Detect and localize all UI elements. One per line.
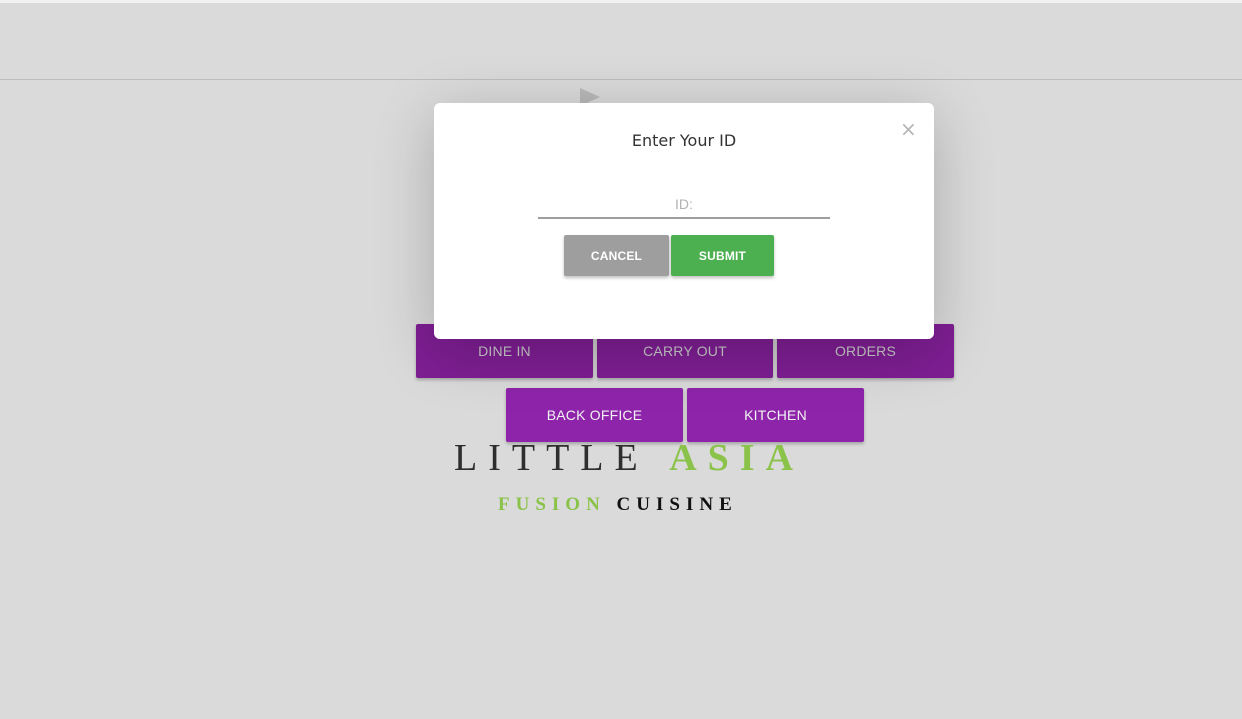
- cancel-button[interactable]: CANCEL: [564, 235, 669, 276]
- close-icon[interactable]: ×: [900, 119, 917, 139]
- id-input[interactable]: [538, 191, 830, 219]
- brand-name-accent: ASIA: [669, 437, 805, 479]
- app-page: DINE IN CARRY OUT ORDERS BACK OFFICE KIT…: [0, 0, 1242, 719]
- brand-tagline-accent: FUSION: [498, 494, 606, 515]
- back-office-button[interactable]: BACK OFFICE: [506, 388, 683, 442]
- brand-name-dark: LITTLE: [454, 437, 649, 479]
- brand-logo-name: LITTLE ASIA: [454, 436, 804, 480]
- modal-title: Enter Your ID: [631, 131, 737, 150]
- brand-tagline-dark: CUISINE: [616, 494, 738, 515]
- id-modal-dialog: Enter Your ID × CANCEL SUBMIT: [434, 103, 934, 339]
- header-bar: [0, 3, 1242, 80]
- submit-button[interactable]: SUBMIT: [671, 235, 774, 276]
- brand-tagline: FUSION CUISINE: [498, 494, 738, 516]
- kitchen-button[interactable]: KITCHEN: [687, 388, 864, 442]
